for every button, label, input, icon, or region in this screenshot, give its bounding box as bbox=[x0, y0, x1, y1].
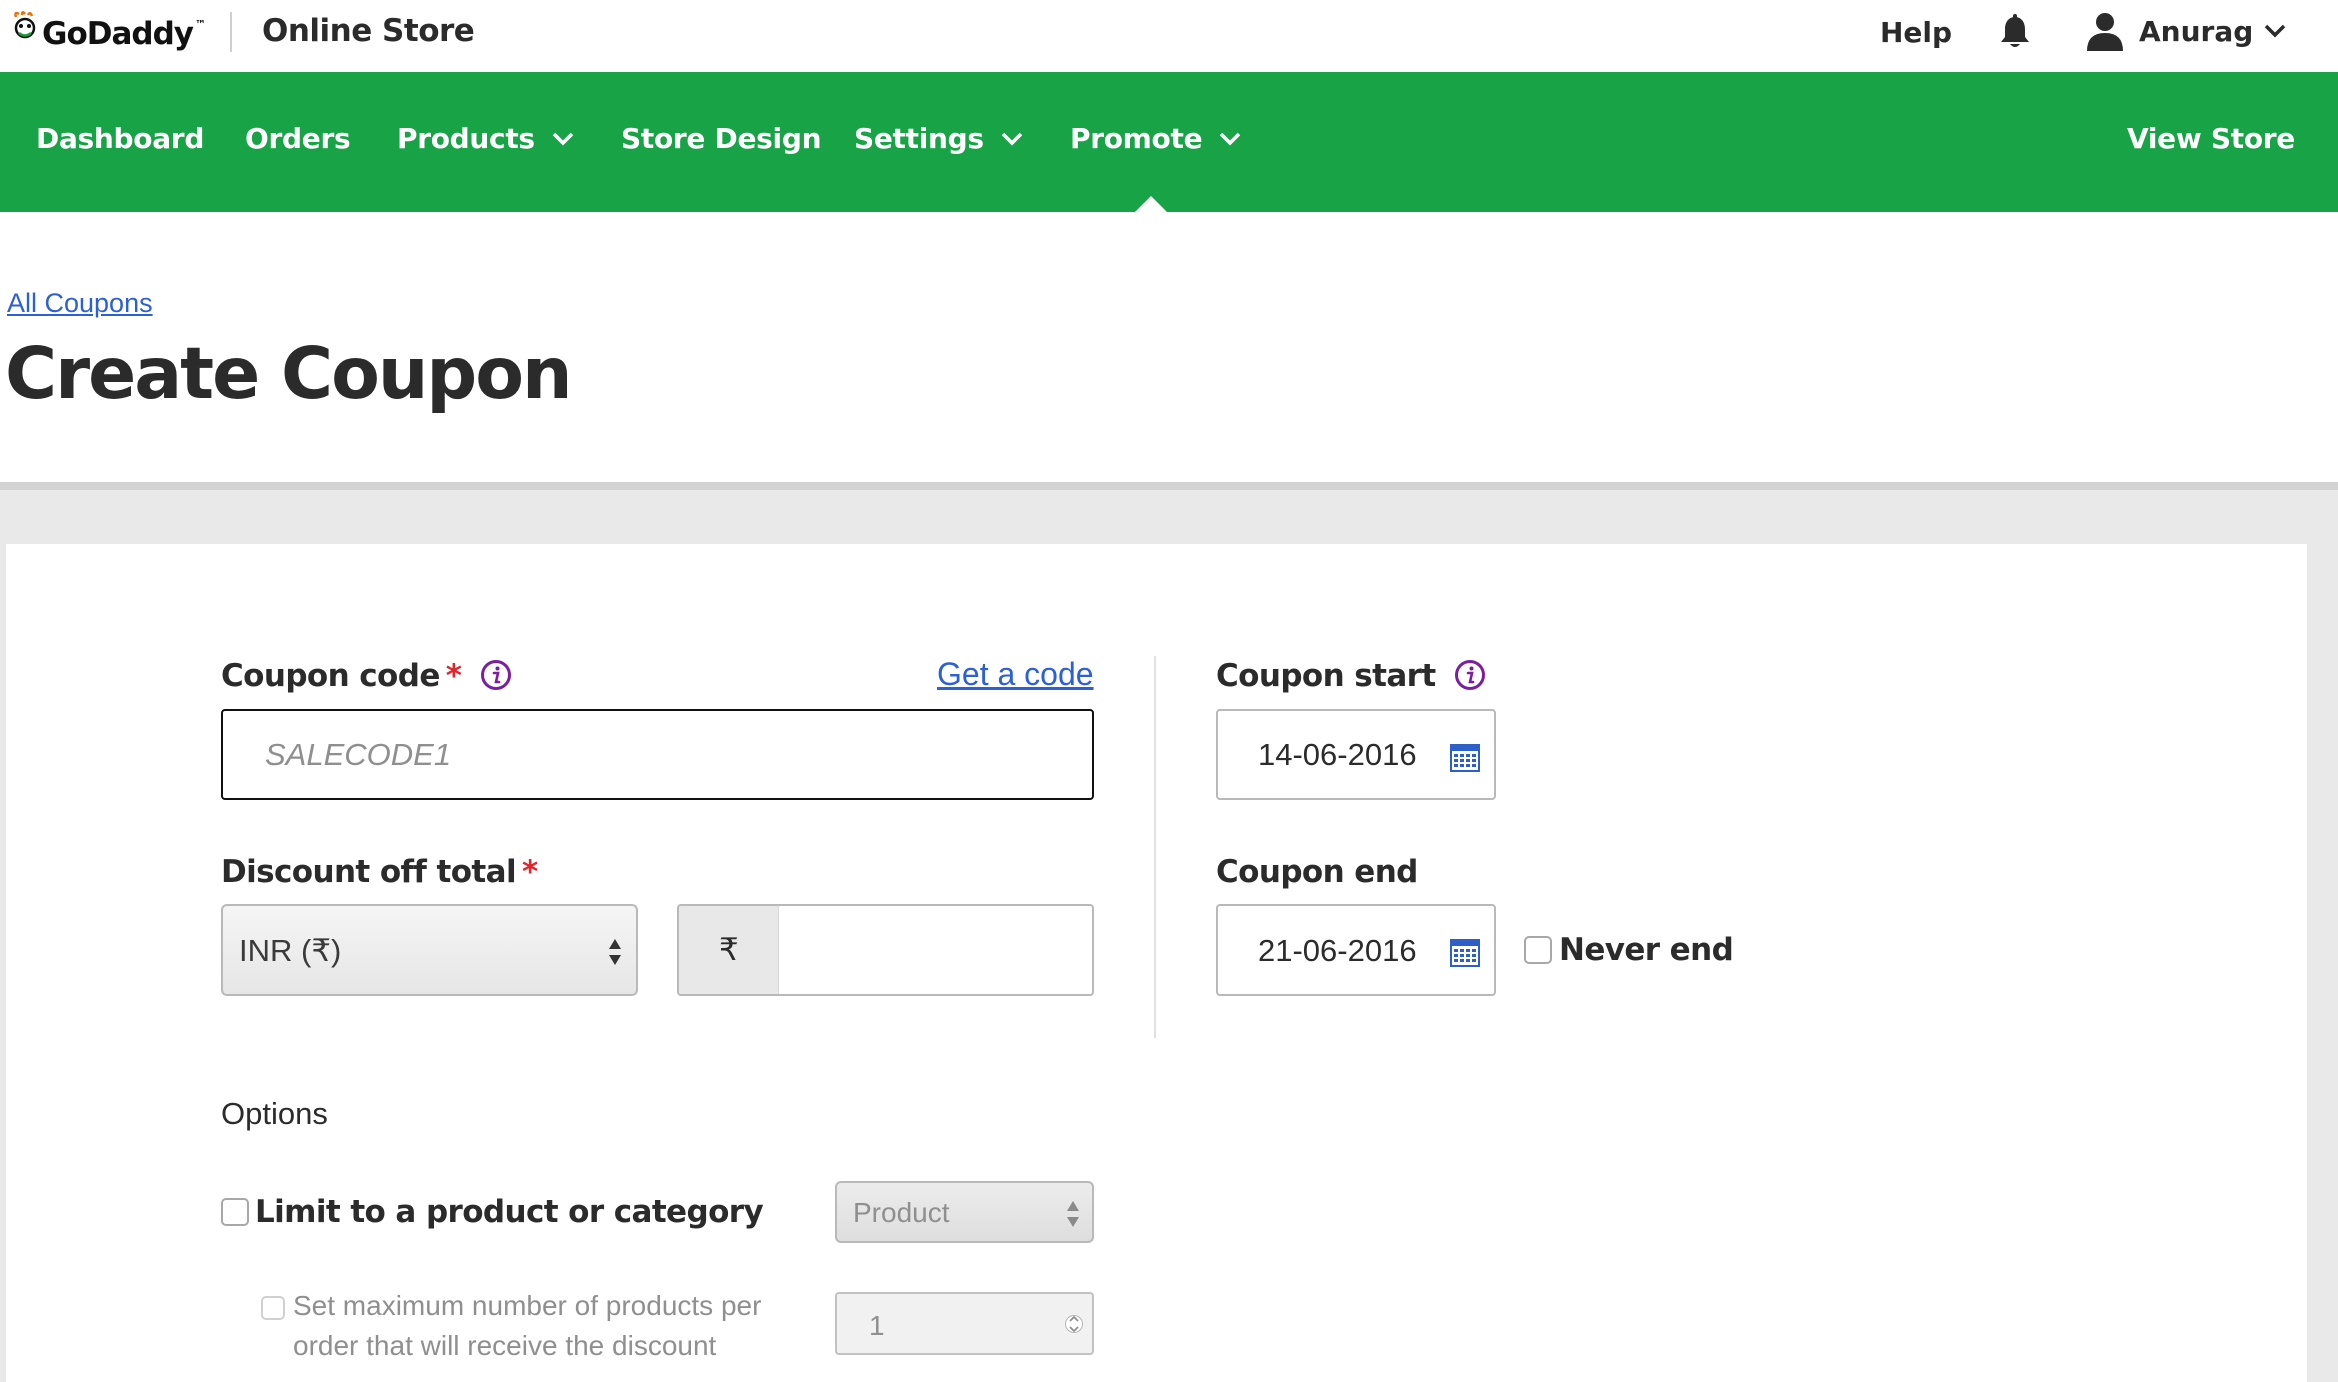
currency-symbol: ₹ bbox=[719, 932, 739, 967]
header-divider bbox=[0, 482, 2338, 490]
calendar-icon[interactable] bbox=[1450, 742, 1480, 772]
limit-select-value: Product bbox=[853, 1197, 950, 1228]
currency-select[interactable]: INR (₹) bbox=[221, 904, 638, 996]
coupon-start-date-input[interactable]: 14-06-2016 bbox=[1216, 709, 1496, 800]
nav-store-design[interactable]: Store Design bbox=[621, 122, 822, 155]
coupon-end-date-input[interactable]: 21-06-2016 bbox=[1216, 904, 1496, 996]
help-link[interactable]: Help bbox=[1880, 16, 1952, 49]
chevron-down-icon bbox=[552, 132, 574, 145]
coupon-end-value: 21-06-2016 bbox=[1258, 933, 1417, 968]
user-menu[interactable]: Anurag bbox=[2085, 8, 2287, 54]
select-arrows-icon bbox=[1067, 1201, 1079, 1227]
max-products-label-line2: order that will receive the discount bbox=[293, 1330, 717, 1361]
coupon-start-value: 14-06-2016 bbox=[1258, 737, 1417, 772]
coupon-start-label: Coupon start bbox=[1216, 658, 1486, 694]
coupon-end-label: Coupon end bbox=[1216, 854, 1418, 890]
max-products-value: 1 bbox=[869, 1310, 885, 1341]
discount-amount-field[interactable]: ₹ bbox=[677, 904, 1094, 996]
chevron-down-icon bbox=[1220, 132, 1241, 145]
get-a-code-link[interactable]: Get a code bbox=[937, 656, 1094, 693]
calendar-icon[interactable] bbox=[1450, 937, 1480, 967]
page-title: Create Coupon bbox=[5, 332, 573, 415]
info-icon[interactable] bbox=[1454, 659, 1486, 691]
never-end-label[interactable]: Never end bbox=[1559, 932, 1734, 968]
godaddy-logo[interactable]: GoDaddy ™ bbox=[10, 4, 206, 64]
nav-view-store[interactable]: View Store bbox=[2127, 122, 2295, 155]
active-nav-indicator bbox=[1135, 196, 1167, 212]
logo-wordmark: GoDaddy ™ bbox=[42, 16, 206, 52]
nav-settings[interactable]: Settings bbox=[854, 122, 1024, 155]
currency-selected-value: INR (₹) bbox=[239, 933, 342, 968]
stepper-arrows-icon[interactable] bbox=[1065, 1308, 1083, 1340]
limit-product-checkbox[interactable] bbox=[221, 1198, 249, 1226]
nav-promote[interactable]: Promote bbox=[1070, 122, 1242, 155]
max-products-label-line1: Set maximum number of products per bbox=[293, 1290, 762, 1321]
coupon-code-label: Coupon code * bbox=[221, 658, 512, 694]
discount-label: Discount off total * bbox=[221, 854, 538, 890]
main-nav: Dashboard Orders Products Store Design S… bbox=[0, 72, 2338, 212]
nav-orders[interactable]: Orders bbox=[245, 122, 351, 155]
options-heading: Options bbox=[221, 1096, 328, 1131]
chevron-down-icon bbox=[1001, 132, 1023, 145]
bell-icon[interactable] bbox=[1998, 14, 2032, 50]
product-name[interactable]: Online Store bbox=[262, 13, 475, 49]
nav-products[interactable]: Products bbox=[397, 122, 575, 155]
limit-product-label[interactable]: Limit to a product or category bbox=[255, 1194, 764, 1230]
limit-product-select[interactable]: Product bbox=[835, 1181, 1094, 1243]
chevron-down-icon bbox=[2265, 24, 2286, 38]
coupon-code-input[interactable]: SALECODE1 bbox=[221, 709, 1094, 800]
godaddy-guy-icon bbox=[14, 11, 36, 39]
info-icon[interactable] bbox=[480, 659, 512, 691]
required-mark: * bbox=[521, 854, 538, 890]
select-arrows-icon bbox=[609, 939, 621, 965]
user-name: Anurag bbox=[2139, 14, 2254, 48]
max-products-stepper[interactable]: 1 bbox=[835, 1292, 1094, 1355]
currency-prefix: ₹ bbox=[679, 906, 779, 994]
coupon-code-placeholder: SALECODE1 bbox=[265, 737, 452, 772]
breadcrumb-all-coupons[interactable]: All Coupons bbox=[7, 288, 153, 319]
user-avatar-icon bbox=[2087, 13, 2123, 51]
nav-dashboard[interactable]: Dashboard bbox=[36, 122, 204, 155]
column-divider bbox=[1154, 656, 1156, 1038]
max-products-checkbox[interactable] bbox=[261, 1296, 285, 1320]
never-end-checkbox[interactable] bbox=[1524, 936, 1552, 964]
required-mark: * bbox=[445, 658, 462, 694]
logo-divider bbox=[230, 12, 232, 52]
top-bar: GoDaddy ™ Online Store Help Anurag bbox=[0, 0, 2338, 72]
